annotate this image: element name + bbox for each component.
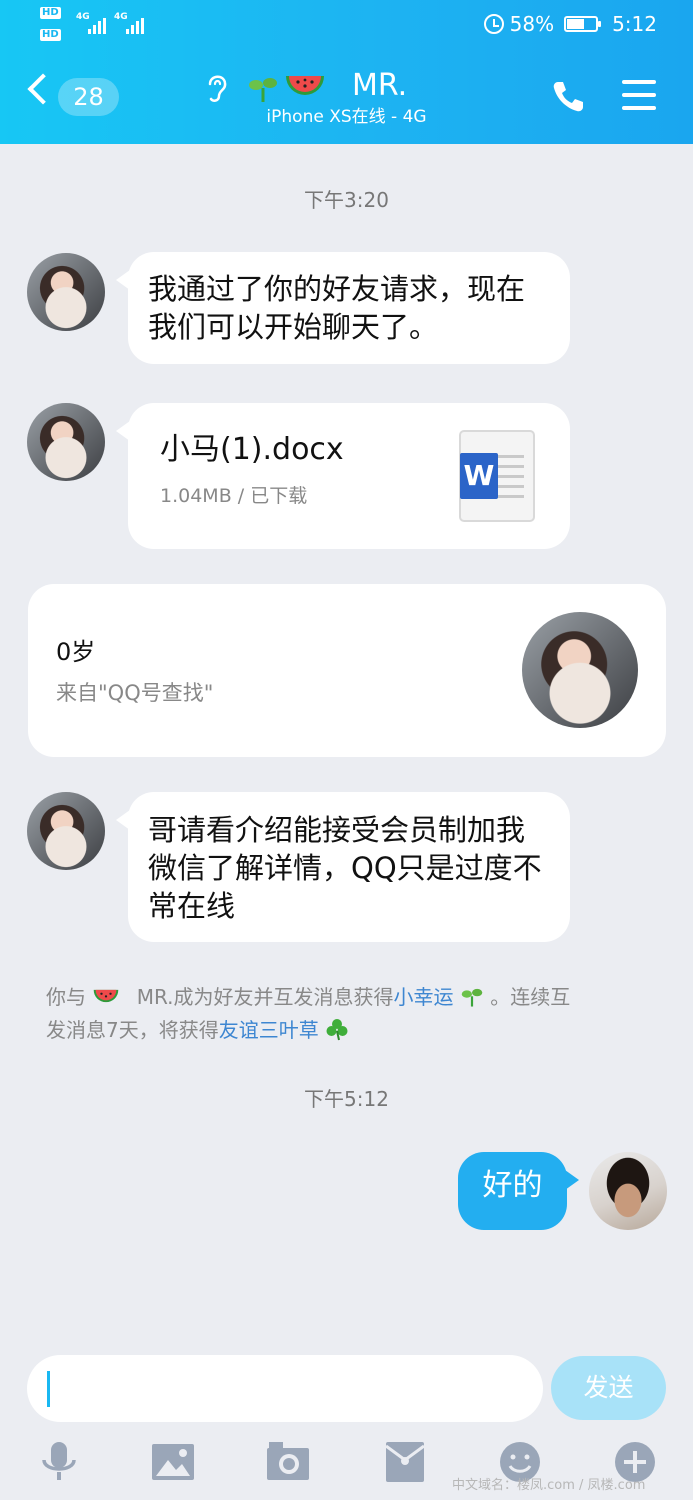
lucky-link[interactable]: 小幸运 (394, 985, 454, 1009)
sprout-icon (249, 78, 277, 102)
signal-status: HD HD 4G 4G (40, 6, 160, 46)
watermelon-icon (94, 989, 119, 1003)
file-message[interactable]: 小马(1).docx 1.04MB / 已下载 W (116, 403, 570, 549)
hd-badge-2: HD (40, 29, 61, 41)
signal-icon-2 (126, 18, 144, 34)
menu-icon[interactable] (622, 80, 656, 110)
red-packet-icon[interactable] (382, 1440, 428, 1484)
contact-avatar[interactable] (27, 253, 105, 331)
contact-avatar[interactable] (27, 403, 105, 481)
clover-icon (326, 1019, 348, 1041)
word-document-icon: W (459, 430, 535, 522)
signal-icon-1 (88, 18, 106, 34)
back-arrow-icon[interactable] (27, 73, 59, 105)
notice-text: 发消息7天，将获得 (46, 1018, 219, 1042)
card-source: 来自"QQ号查找" (56, 681, 214, 705)
microphone-icon[interactable] (36, 1440, 82, 1484)
online-status: iPhone XS在线 - 4G (266, 107, 427, 127)
camera-icon[interactable] (265, 1440, 311, 1484)
file-meta: 1.04MB / 已下载 (160, 485, 308, 507)
send-button[interactable]: 发送 (551, 1356, 666, 1420)
outgoing-message[interactable]: 好的 (458, 1152, 579, 1230)
watermelon-icon (286, 76, 324, 95)
message-text: 哥请看介绍能接受会员制加我微信了解详情，QQ只是过度不常在线 (148, 813, 542, 923)
notice-prefix: 你与 (46, 985, 86, 1009)
battery-icon (564, 16, 602, 32)
timestamp: 下午5:12 (304, 1087, 389, 1111)
alarm-icon (483, 14, 504, 34)
card-avatar (522, 612, 638, 728)
clock: 5:12 (612, 12, 657, 36)
system-notice-line-1: 你与 MR.成为好友并互发消息获得小幸运 。连续互 (46, 981, 656, 1014)
notice-text: MR.成为好友并互发消息获得 (136, 985, 394, 1009)
text-cursor (47, 1371, 50, 1407)
hd-badge-1: HD (40, 7, 61, 19)
system-notice-line-2: 发消息7天，将获得友谊三叶草 (46, 1014, 656, 1047)
chat-title: MR. (352, 68, 408, 103)
my-avatar[interactable] (589, 1152, 667, 1230)
battery-percent: 58% (509, 12, 555, 36)
file-name: 小马(1).docx (160, 432, 344, 467)
chat-header: HD HD 4G 4G 58% 5:12 28 MR. iPhone XS在线 … (0, 0, 693, 144)
svg-text:W: W (464, 459, 495, 492)
message-text: 好的 (482, 1168, 543, 1203)
image-icon[interactable] (150, 1440, 196, 1484)
message-text: 我通过了你的好友请求，现在我们可以开始聊天了。 (148, 272, 526, 344)
incoming-message[interactable]: 我通过了你的好友请求，现在我们可以开始聊天了。 (116, 252, 570, 364)
sprout-icon (461, 988, 483, 1007)
ear-icon[interactable] (204, 72, 230, 104)
profile-card[interactable]: 0岁 来自"QQ号查找" (28, 584, 666, 757)
incoming-message[interactable]: 哥请看介绍能接受会员制加我微信了解详情，QQ只是过度不常在线 (116, 792, 570, 942)
contact-avatar[interactable] (27, 792, 105, 870)
phone-icon[interactable] (551, 79, 585, 113)
watermark: 中文域名：楼凤.com / 凤楼.com (452, 1478, 646, 1493)
system-status: 58% 5:12 (483, 10, 657, 38)
notice-text-end: 。连续互 (490, 985, 571, 1009)
timestamp: 下午3:20 (304, 188, 389, 212)
message-input[interactable] (27, 1355, 543, 1422)
clover-link[interactable]: 友谊三叶草 (219, 1018, 319, 1042)
card-age: 0岁 (56, 638, 96, 666)
